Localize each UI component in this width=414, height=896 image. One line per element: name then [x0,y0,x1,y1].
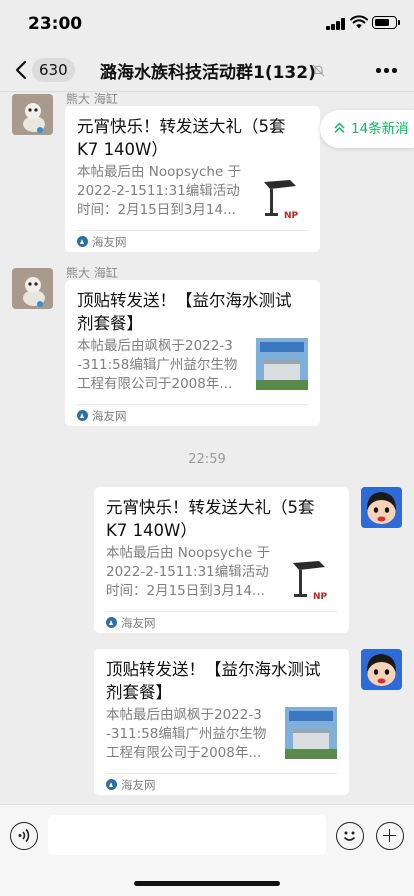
svg-text:NP: NP [313,592,328,602]
unread-count-badge[interactable]: 630 [32,58,75,82]
card-source: 海友网 [106,616,156,630]
mascot-avatar-icon [12,94,53,135]
voice-input-button[interactable] [10,822,38,850]
card-thumbnail [256,338,308,390]
card-desc-line: -311:58编辑广州益尔生物 [106,726,267,742]
mascot-avatar-icon [12,268,53,309]
card-description: 本帖最后由飒枫于2022-3 -311:58编辑广州益尔生物 工程有限公司于20… [106,706,266,763]
more-options-icon[interactable] [376,68,397,73]
chat-title: 潞海水族科技活动群1(132) [100,63,316,83]
card-source: 海友网 [77,235,127,249]
sender-name: 熊大 海缸 [66,266,118,280]
smiley-icon [343,831,356,841]
card-title-line: 顶贴转发送！【益尔海水测试 [106,660,321,679]
card-desc-line: 时间：2月15日到3月14... [77,202,236,218]
card-description: 本帖最后由飒枫于2022-3 -311:58编辑广州益尔生物 工程有限公司于20… [77,337,237,394]
card-title: 顶贴转发送！【益尔海水测试 剂套餐】 [106,658,321,704]
avatar[interactable] [12,94,53,135]
card-desc-line: -311:58编辑广州益尔生物 [77,357,238,373]
card-title-line: 顶贴转发送！【益尔海水测试 [77,291,292,310]
card-desc-line: 本帖最后由飒枫于2022-3 [106,707,262,723]
cellular-signal-icon [326,18,346,30]
new-messages-label: 14条新消 [351,121,409,137]
wifi-icon [350,15,368,29]
card-thumbnail: NP [256,174,308,226]
card-source: 海友网 [77,409,127,423]
card-desc-line: 2022-2-1511:31编辑活动 [77,183,240,199]
back-chevron-icon[interactable] [14,60,28,80]
message-list[interactable]: 熊大 海缸 元宵快乐！转发送大礼（5套 K7 140W） 本帖最后由 Noops… [0,92,414,804]
card-divider [106,611,337,612]
source-label: 海友网 [92,409,127,423]
sender-name: 熊大 海缸 [66,92,118,106]
status-time: 23:00 [28,14,83,34]
link-card[interactable]: 元宵快乐！转发送大礼（5套 K7 140W） 本帖最后由 Noopsyche 于… [94,487,349,633]
card-title-line: K7 140W） [106,521,197,540]
card-title-line: K7 140W） [77,140,168,159]
card-desc-line: 工程有限公司于2008年... [106,745,262,761]
building-image [256,338,308,390]
cartoon-kid-avatar-icon [361,649,402,690]
more-functions-button[interactable] [376,822,404,850]
card-title-line: 元宵快乐！转发送大礼（5套 [106,498,315,517]
card-thumbnail: NP [285,555,337,607]
home-indicator [134,881,280,886]
card-source: 海友网 [106,778,156,792]
new-messages-button[interactable]: 14条新消 [320,110,414,148]
card-divider [77,404,308,405]
card-divider [106,773,337,774]
card-divider [77,230,308,231]
card-title: 元宵快乐！转发送大礼（5套 K7 140W） [106,496,315,542]
link-card[interactable]: 顶贴转发送！【益尔海水测试 剂套餐】 本帖最后由飒枫于2022-3 -311:5… [94,649,349,795]
source-label: 海友网 [92,235,127,249]
building-image [285,707,337,759]
svg-text:NP: NP [284,211,299,221]
avatar[interactable] [12,268,53,309]
card-desc-line: 时间：2月15日到3月14... [106,583,265,599]
link-card[interactable]: 顶贴转发送！【益尔海水测试 剂套餐】 本帖最后由飒枫于2022-3 -311:5… [65,280,320,426]
source-app-icon [106,779,117,790]
card-title-line: 剂套餐】 [106,683,172,702]
card-desc-line: 本帖最后由飒枫于2022-3 [77,338,233,354]
message-timestamp: 22:59 [188,452,226,467]
emoji-button[interactable] [336,822,364,850]
light-fixture-image: NP [285,555,337,607]
source-app-icon [77,410,88,421]
light-fixture-image: NP [256,174,308,226]
double-chevron-up-icon [334,122,345,134]
chat-header: 630 潞海水族科技活动群1(132) [0,48,414,92]
battery-icon [372,16,400,29]
card-title: 顶贴转发送！【益尔海水测试 剂套餐】 [77,289,292,335]
my-avatar[interactable] [361,649,402,690]
cartoon-kid-avatar-icon [361,487,402,528]
card-title-line: 元宵快乐！转发送大礼（5套 [77,117,286,136]
card-title-line: 剂套餐】 [77,314,143,333]
card-desc-line: 本帖最后由 Noopsyche 于 [106,545,271,561]
message-input[interactable] [48,815,326,855]
mute-bell-icon [312,64,325,77]
card-description: 本帖最后由 Noopsyche 于 2022-2-1511:31编辑活动 时间：… [77,163,241,220]
card-description: 本帖最后由 Noopsyche 于 2022-2-1511:31编辑活动 时间：… [106,544,270,601]
source-app-icon [77,236,88,247]
status-bar: 23:00 [0,0,414,48]
source-label: 海友网 [121,778,156,792]
source-label: 海友网 [121,616,156,630]
card-thumbnail [285,707,337,759]
my-avatar[interactable] [361,487,402,528]
card-desc-line: 2022-2-1511:31编辑活动 [106,564,269,580]
card-title: 元宵快乐！转发送大礼（5套 K7 140W） [77,115,286,161]
link-card[interactable]: 元宵快乐！转发送大礼（5套 K7 140W） 本帖最后由 Noopsyche 于… [65,106,320,252]
card-desc-line: 工程有限公司于2008年... [77,376,233,392]
voice-waves-icon [18,828,30,843]
card-desc-line: 本帖最后由 Noopsyche 于 [77,164,242,180]
source-app-icon [106,617,117,628]
